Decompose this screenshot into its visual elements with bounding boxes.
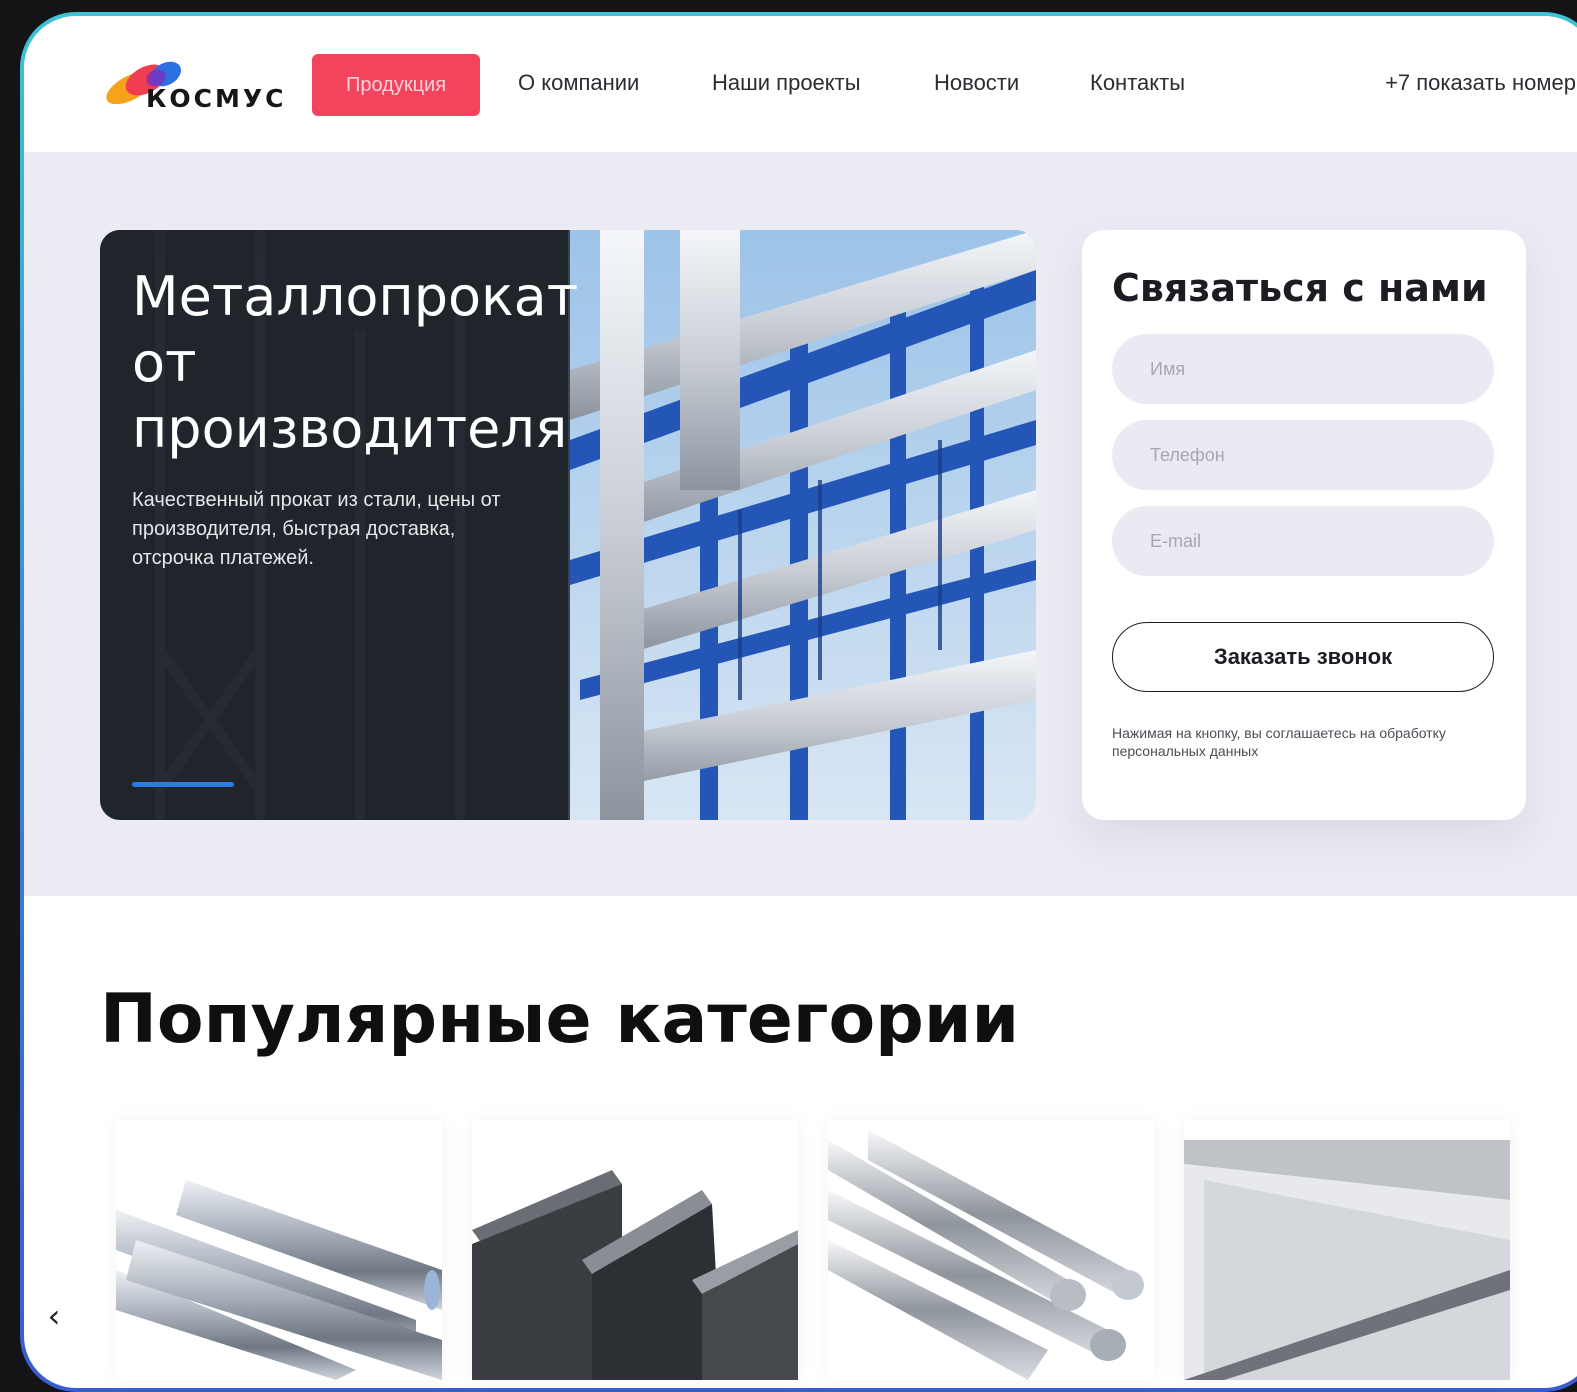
categories-carousel [116,1120,1520,1380]
nav-item-news[interactable]: Новости [934,70,1019,96]
steel-rods-image [828,1120,1154,1380]
steel-channel-image [1184,1120,1510,1380]
carousel-prev-button[interactable]: ‹ [34,1296,74,1336]
nav-products-button[interactable]: Продукция [312,54,480,116]
categories-title: Популярные категории [100,980,1020,1059]
order-call-button[interactable]: Заказать звонок [1112,622,1494,692]
hero-title: Металлопрокат от производителя [132,265,579,460]
show-phone-link[interactable]: +7 показать номер [1385,70,1576,96]
name-field[interactable] [1112,334,1494,404]
device-frame: КОСМУС Продукция О компании Наши проекты… [20,12,1577,1392]
slide-indicator[interactable] [132,782,234,787]
category-card-pipes[interactable] [116,1120,442,1380]
hero-banner: Металлопрокат от производителя Качествен… [100,230,1036,820]
nav-item-contacts[interactable]: Контакты [1090,70,1185,96]
hero-subtitle: Качественный прокат из стали, цены от пр… [132,489,501,569]
site-header: КОСМУС Продукция О компании Наши проекты… [24,16,1577,152]
logo-text: КОСМУС [146,84,287,113]
category-card-angles[interactable] [472,1120,798,1380]
steel-angles-image [472,1120,798,1380]
contact-form-card: Связаться с нами Заказать звонок Нажимая… [1082,230,1526,820]
nav-item-projects[interactable]: Наши проекты [712,70,861,96]
steel-pipes-image [116,1120,442,1380]
category-card-rods[interactable] [828,1120,1154,1380]
page-screen: КОСМУС Продукция О компании Наши проекты… [24,16,1577,1388]
email-field[interactable] [1112,506,1494,576]
consent-note: Нажимая на кнопку, вы соглашаетесь на об… [1112,725,1446,759]
form-title: Связаться с нами [1112,266,1488,310]
logo[interactable]: КОСМУС [100,54,310,124]
category-card-sheets[interactable] [1184,1120,1510,1380]
phone-field[interactable] [1112,420,1494,490]
nav-item-about[interactable]: О компании [518,70,639,96]
